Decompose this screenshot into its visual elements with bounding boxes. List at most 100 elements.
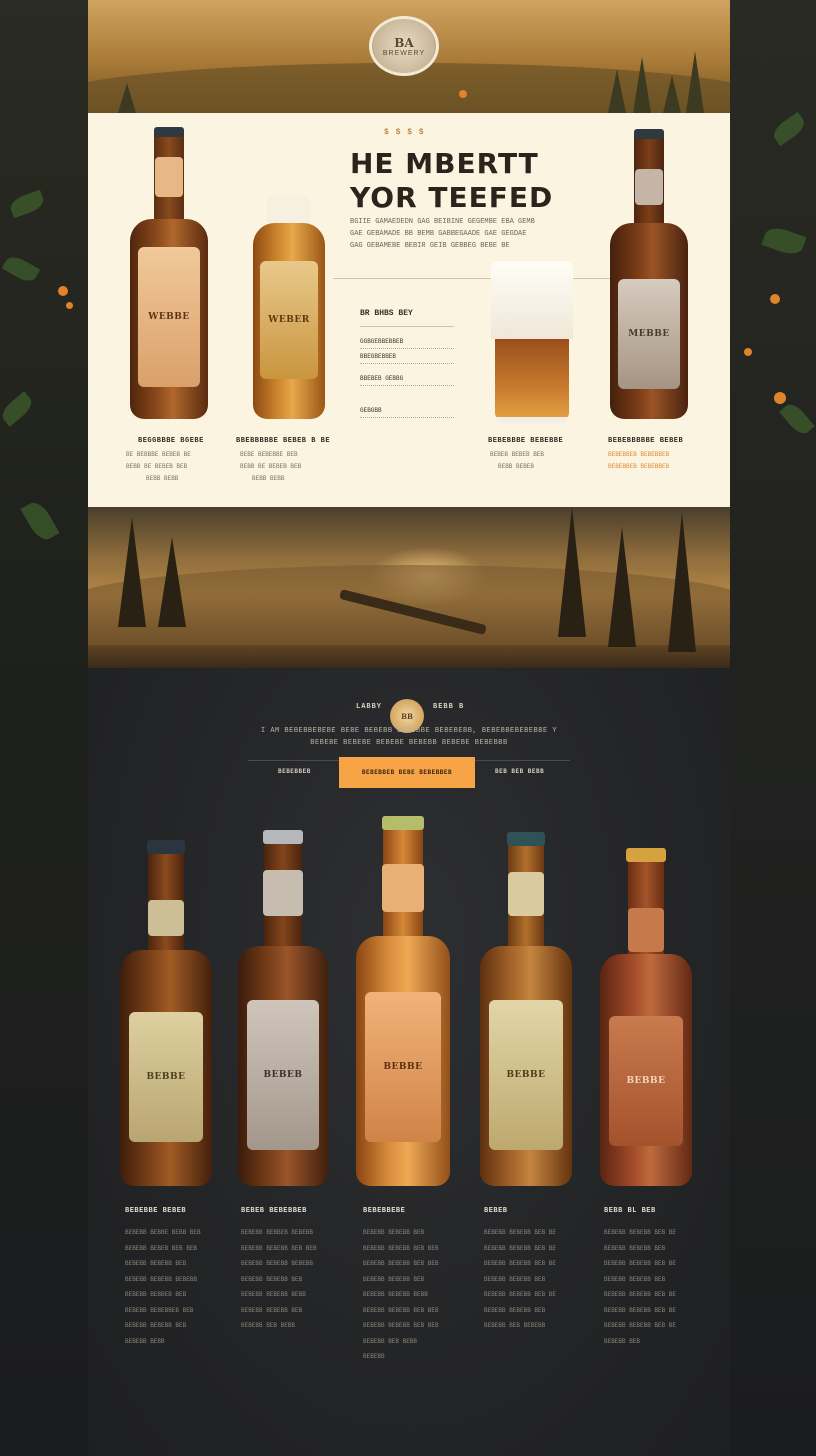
lineup-description: BEBEBB BEBBE BEBB BEB BEBEBB BEBEB BEB B… [125,1225,201,1349]
lineup-line: BEBEBB BEBEBB BEB BEB [363,1244,439,1252]
berry-icon [459,90,467,98]
lineup-line: BEBEBB BEBEBB BEB BEB [363,1306,439,1314]
lineup-line: BEBEBB BEBEBB BEB [125,1322,187,1329]
tree-icon [668,512,696,652]
lineup-bottle-1[interactable]: BEBBE [120,840,212,1186]
bottle-amber-1[interactable]: WEBBE [130,127,208,419]
lineup-title[interactable]: BEBEBBE BEBEB [125,1207,186,1215]
bottle-amber-2[interactable]: WEBER [253,197,325,419]
divider [360,326,454,327]
berry-icon [774,392,786,404]
menu-item[interactable]: GEBGBB [360,407,454,418]
leaf-icon [769,111,809,147]
lineup-bottle-5[interactable]: BEBBE [600,848,692,1186]
lineup-line: BEBEBB BEBEBB BEB BEB [363,1322,439,1329]
lineup-title[interactable]: BEBB BL BEB [604,1207,656,1215]
lineup-section: LABBY BB BEBB B I AM BEBEBBEBEBE BEBE BE… [88,668,730,1456]
feature-paragraph: BGIIE GAMAEDEDN GAG BEIBINE GEGEMBE EBA … [350,216,590,252]
leaf-icon [761,223,807,259]
lineup-title[interactable]: BEBEBBEBE [363,1207,405,1215]
hero-banner: BA BREWERY [88,0,730,113]
lineup-line: BEBEBB BEBEBB BEB [484,1306,546,1314]
leaf-icon [1,252,41,286]
menu-item[interactable]: GGBGEBBEBBEB [360,338,454,349]
lineup-line: BEBEBB BEBEBB BEB [125,1260,187,1267]
brand-badge[interactable]: BA BREWERY [369,16,439,76]
tree-icon [608,69,626,113]
product-description: BEBEB BEBEB BEB BEBB BEBEB [490,449,600,473]
landscape-banner [88,507,730,668]
lineup-line: BEBEBB BEBEBB BEB [241,1275,303,1283]
lineup-line: BEBEBB BEBEBB BEBEBB [125,1275,198,1283]
paragraph-line: BGIIE GAMAEDEDN GAG BEIBINE GEGEMBE EBA … [350,218,535,226]
lineup-bottle-4[interactable]: BEBBE [480,832,572,1186]
lineup-line: BEBEBB BEB BEBB [241,1322,296,1329]
beer-glass[interactable] [491,261,573,423]
nav-link-left[interactable]: BEBEBBEB [278,768,311,775]
lineup-label: BEBBE [626,1076,666,1086]
product-line: BEBB BEBB [146,475,179,482]
lineup-line: BEBEBB BEBEBB BEB BE [604,1260,677,1267]
lineup-line: BEBEBB BEBEBB BEB [604,1244,666,1252]
tree-icon [158,537,186,627]
product-title[interactable]: BEBEBBBBBE BEBEB [608,437,683,445]
tree-icon [663,75,681,113]
brand-right: BEBB B [433,703,465,711]
nav-link-right[interactable]: BEB BEB BEBB [495,768,544,775]
feature-headline: HE MBERTT YOR TEEFED [350,147,553,215]
product-title[interactable]: BEGGBBBE BGEBE [138,437,204,445]
product-line: BE BEBBBE BEBEB BE [126,451,191,458]
lineup-line: BEBEBB BEBEBB BEB [363,1229,425,1236]
bottle-label-text: WEBBE [148,312,190,322]
lineup-line: BEBEBB BEBEBB BEB BE [484,1291,557,1298]
tagline-line-2: BEBEBE BEBEBE BEBEBE BEBEBB BEBEBE BEBEB… [310,739,508,747]
product-line: BEBB BE BEBEB BEB [240,463,302,470]
lineup-line: BEBEBB BEBEBB BEB BE [604,1322,677,1329]
product-line: BEBB BE BEBEB BEB [126,463,188,470]
product-line: BEBEBBEB BEBEBBEB [608,463,670,470]
bottle-label-text: WEBER [268,315,310,325]
lineup-description: BEBEBB BEBBEB BEBEBB BEBEBB BEBEBB BEB B… [241,1225,317,1334]
lineup-bottle-2[interactable]: BEBEB [238,830,328,1186]
lineup-line: BEBEBB BEBEBB BEB [604,1275,666,1283]
paragraph-line: GAE GEBAMADE BB BEMB GABBEGAADE GAE GEGD… [350,230,527,238]
berry-icon [66,302,73,309]
headline-line-1: HE MBERTT [350,147,539,180]
tagline-line-1: I AM BEBEBBEBEBE BEBE BEBEBB BEBEBBE BEB… [260,727,558,735]
leaf-icon [7,189,47,219]
product-line: BEBB BEBB [252,475,285,482]
tree-icon [558,507,586,637]
product-title[interactable]: BEBEBBBE BEBEBBE [488,437,563,445]
berry-icon [744,348,752,356]
lineup-description: BEBEBB BEBEBB BEB BE BEBEBB BEBEBB BEB B… [604,1225,676,1349]
product-line: BEBB BEBEB [498,463,535,470]
lineup-line: BEBEBB BEBEBB BEB [484,1275,546,1283]
lineup-line: BEBEBB BEBEBB BEBB [241,1291,306,1298]
left-decor [0,0,88,1456]
lineup-line: BEBEBB BEBEBB BEBB [363,1291,428,1298]
menu-item[interactable]: BBEBEB GEBBG [360,375,454,386]
lineup-line: BEBEBB BEBEBB BEB BEB [241,1244,317,1252]
divider [333,278,633,279]
menu-item[interactable]: BBEGBEBBEB [360,353,454,364]
brand-row: LABBY BB BEBB B [88,685,730,733]
lineup-line: BEBEBB BEBEBB BEB BE [484,1229,557,1236]
badge-title: BA [394,35,414,50]
lineup-title[interactable]: BEBEB [484,1207,508,1215]
page: BA BREWERY WEBBE WEBER $ $ $ $ HE MBERTT… [88,0,730,1456]
product-line: BEBEBBEB BEBEBBEB [608,451,670,458]
product-line: BEBEB BEBEB BEB [490,451,545,458]
lineup-title[interactable]: BEBEB BEBEBBEB [241,1207,307,1215]
leaf-icon [0,391,36,427]
lineup-bottle-3[interactable]: BEBBE [356,816,450,1186]
lineup-label: BEBBE [383,1062,423,1072]
product-description: BEBEBBEB BEBEBBEB BEBEBBEB BEBEBBEB [608,449,718,473]
product-description: BE BEBBBE BEBEB BE BEBB BE BEBEB BEB BEB… [126,449,236,485]
product-title[interactable]: BBEBBBBBE BEBEB B BE [236,437,330,445]
lineup-line: BEBEBB [363,1353,385,1360]
lineup-line: BEBEBB BEBEBB BEB [363,1275,425,1283]
lineup-line: BEBEBB BEBEBB BEB BEB [363,1260,439,1267]
bottle-amber-3[interactable]: MEBBE [610,129,688,419]
shop-button[interactable]: BEBEBBEB BEBE BEBEBBEB [339,757,475,788]
tree-icon [608,527,636,647]
